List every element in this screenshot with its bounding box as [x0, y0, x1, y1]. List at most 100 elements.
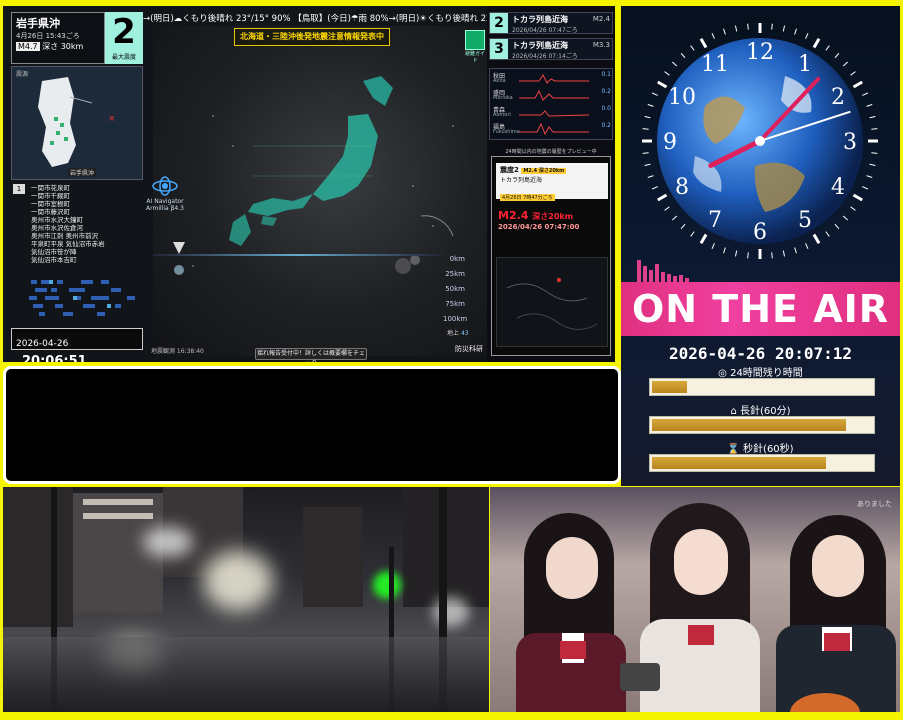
clock-numeral: 8 [675, 175, 689, 200]
quake-row[interactable]: 3 トカラ列島近海 2026/04/26 07:14ごろ M3.3 [489, 38, 613, 60]
audio-level-bars [637, 260, 689, 282]
minute-label: ⌂ 長針(60分) [730, 406, 791, 417]
clock-tick [647, 104, 654, 107]
clock-numeral: 6 [753, 220, 767, 245]
clock-tick [825, 45, 830, 51]
clock-tick [771, 252, 773, 259]
city-item: 一関市室根町 [31, 200, 70, 208]
station-sub: Morioka [493, 95, 513, 101]
quake-mag: M3.3 [592, 41, 610, 49]
clock-tick [866, 175, 873, 178]
clock-tick [782, 25, 786, 32]
report-button[interactable]: 揺れ報告受付中！詳しくは概要欄をチェック [255, 348, 367, 362]
preview-tag: M2.4 深さ20km [521, 168, 567, 174]
level-value: 43 [460, 330, 469, 337]
city-item: 奥州市水沢大鐘町 [31, 216, 83, 224]
clock-numeral: 5 [798, 208, 812, 233]
clock-tick [664, 71, 670, 76]
clock-tick [651, 186, 658, 190]
clock-numeral: 12 [746, 40, 774, 65]
observation-time: 地震観測 16:38:40 [151, 348, 204, 355]
ai-label: AI Navigator [146, 198, 184, 205]
clock-tick [771, 23, 773, 30]
station-sub: Aomori [493, 112, 511, 118]
clock-datetime: 2026-04-26 20:07:12 [668, 344, 853, 363]
depth-profile-line [153, 254, 443, 256]
clock-tick [642, 152, 649, 154]
qr-icon [465, 30, 485, 50]
alert-banner: 北海道・三陸沖後発地震注意情報発表中 [234, 28, 390, 46]
depth-tick: 75km [445, 300, 465, 308]
clock-tick [834, 223, 840, 230]
caption-box [3, 366, 621, 484]
clock-tick [812, 233, 821, 244]
clock-tick [862, 92, 869, 96]
clock-tick [782, 250, 786, 257]
quake-time: 4月26日 15:43ごろ [16, 32, 80, 40]
preview-date-small: 4月26日 7時47分ごろ [500, 194, 555, 201]
clock-tick [734, 25, 738, 32]
clock-tick [671, 61, 678, 67]
current-datetime: 2026-04-26 20:06:51 [11, 328, 143, 362]
analog-clock: 1234567891011 12 [642, 23, 878, 259]
quake-intensity: 2 [490, 13, 508, 33]
station-sub: Fukushima [493, 129, 520, 135]
city-item: 一関市藤沢町 [31, 208, 70, 216]
clock-numeral: 11 [701, 52, 729, 77]
clock-numeral: 9 [663, 130, 677, 155]
clock-tick [869, 163, 876, 167]
clock-tick [871, 152, 878, 154]
clock-tick [723, 28, 726, 35]
scene-caption: ありました [857, 500, 892, 508]
clock-tick [866, 104, 873, 107]
traffic-light-icon [373, 571, 401, 599]
clock-tick [723, 247, 726, 254]
quake-time: 2026/04/26 07:47ごろ [512, 27, 578, 34]
depth: 深さ 30km [42, 42, 84, 51]
evacuation-guide[interactable]: 避難ガイド [463, 30, 487, 64]
city-item: 奥州市水沢佐倉河 [31, 224, 83, 232]
clock-tick [852, 193, 863, 202]
depth-tick: 25km [445, 270, 465, 278]
clock-numeral: 4 [831, 175, 845, 200]
clock-tick [699, 38, 708, 49]
city-item: 一関市花泉町 [31, 184, 70, 192]
quake-time: 2026/04/26 07:14ごろ [512, 53, 578, 60]
quake-mag: M2.4 [592, 15, 610, 23]
smartphone-icon [620, 663, 660, 691]
preview-date: 2026/04/26 07:47:00 [498, 223, 580, 231]
preview-mag-value: M2.4 [498, 209, 529, 222]
station-value: 0.2 [601, 88, 611, 95]
clock-tick [850, 71, 856, 76]
hours-remaining-bar [649, 378, 875, 396]
intensity-label: 最大震度 [111, 54, 136, 61]
ai-sublabel: Armillia β4.3 [146, 205, 184, 212]
clock-tick [794, 28, 797, 35]
level-label: 地上 [447, 330, 460, 337]
clock-tick [747, 252, 749, 259]
clock-numeral: 2 [831, 85, 845, 110]
station-value: 0.0 [601, 105, 611, 112]
clock-tick [805, 243, 809, 250]
mini-map-caption: 岩手県沖 [68, 168, 97, 177]
minute-fill [652, 419, 846, 431]
magnitude: M4.7 [16, 42, 40, 51]
hours-fill [652, 381, 688, 393]
clock-tick [869, 115, 876, 119]
svg-text:×: × [108, 114, 116, 124]
city-item: 気仙沼市本吉町 [31, 256, 77, 264]
preview-place: トカラ列島近海 [500, 177, 543, 184]
earthquake-monitor: →(明日)☁くもり後晴れ 23°/15° 90% 【鳥取】(今日)☂雨 80%→… [3, 6, 487, 362]
station-sub: Akita [493, 78, 506, 84]
quake-row[interactable]: 2 トカラ列島近海 2026/04/26 07:47ごろ M2.4 [489, 12, 613, 34]
second-fill [652, 457, 826, 469]
city-index: 1 [13, 184, 25, 194]
clock-tick [664, 206, 670, 211]
clock-tick [690, 45, 695, 51]
clock-numeral: 3 [843, 130, 857, 155]
city-item: 一関市千厩町 [31, 192, 70, 200]
person-center [620, 503, 760, 712]
japan-map [153, 26, 487, 356]
clock-tick [671, 215, 678, 221]
depth-tick: 100km [443, 315, 468, 323]
